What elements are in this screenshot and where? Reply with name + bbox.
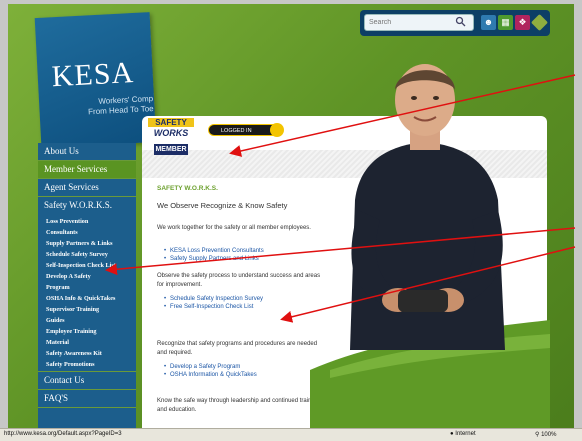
paragraph-observe: Observe the safety process to understand… <box>157 273 321 288</box>
nav-sub-develop-safety[interactable]: Develop A Safety <box>38 271 136 282</box>
nav-sub-supply-partners[interactable]: Supply Partners & Links <box>38 238 136 249</box>
list-item: Safety Supply Partners and Links <box>164 256 264 264</box>
people-icon[interactable]: ☻ <box>481 15 496 30</box>
link-osha-info[interactable]: OSHA Information & QuickTakes <box>170 372 257 378</box>
tagline-text: We Observe Recognize & Know Safety <box>157 201 288 210</box>
paragraph-recognize: Recognize that safety programs and proce… <box>157 341 318 356</box>
status-zoom-label: 100% <box>541 432 557 438</box>
badge-line3: MEMBER <box>154 144 188 155</box>
list-recognize: Develop a Safety Program OSHA Informatio… <box>164 364 257 380</box>
link-loss-prevention-consultants[interactable]: KESA Loss Prevention Consultants <box>170 248 264 254</box>
sidebar-nav: About Us Member Services Agent Services … <box>38 143 136 428</box>
browser-page: KESA Workers' Comp From Head To Toe ☻ ▦ … <box>0 0 582 428</box>
list-item: KESA Loss Prevention Consultants <box>164 248 264 256</box>
globe-icon: ● <box>450 431 454 437</box>
paragraph-we: We work together for the safety or all m… <box>157 225 311 231</box>
nav-sub-material[interactable]: Material <box>38 337 136 348</box>
status-zoom[interactable]: ⚲ 100% <box>535 431 556 438</box>
link-develop-program[interactable]: Develop a Safety Program <box>170 364 240 370</box>
nav-sub-supervisor-training[interactable]: Supervisor Training <box>38 304 136 315</box>
link-supply-partners[interactable]: Safety Supply Partners and Links <box>170 256 259 262</box>
browser-frame-left <box>0 0 8 428</box>
nav-sub-osha-info[interactable]: OSHA Info & QuickTakes <box>38 293 136 304</box>
nav-agent-services[interactable]: Agent Services <box>38 179 136 197</box>
logo-brand: KESA <box>50 55 135 94</box>
zoom-icon: ⚲ <box>535 432 540 438</box>
search-icon[interactable] <box>454 16 466 28</box>
link-self-inspection-checklist[interactable]: Free Self-Inspection Check List <box>170 304 253 310</box>
logged-in-indicator: LOGGED IN <box>208 123 284 137</box>
nav-sub-self-inspection[interactable]: Self-Inspection Check List <box>38 260 136 271</box>
kesa-logo[interactable]: KESA Workers' Comp From Head To Toe <box>34 12 157 148</box>
nav-sub-loss-prevention[interactable]: Loss Prevention <box>38 216 136 227</box>
badge-line2: WORKS <box>153 128 189 138</box>
list-we: KESA Loss Prevention Consultants Safety … <box>164 248 264 264</box>
worker-photo <box>350 64 505 350</box>
nav-faqs[interactable]: FAQ'S <box>38 390 136 408</box>
section-tagline: We Observe Recognize & Know Safety <box>157 201 287 210</box>
logged-in-label: LOGGED IN <box>221 128 252 134</box>
chart-icon[interactable]: ▦ <box>498 15 513 30</box>
status-zone-label: Internet <box>455 431 476 437</box>
nav-member-services[interactable]: Member Services <box>38 161 136 179</box>
nav-safety-works[interactable]: Safety W.O.R.K.S. <box>38 197 136 214</box>
nav-sub-schedule-survey[interactable]: Schedule Safety Survey <box>38 249 136 260</box>
nav-about-us[interactable]: About Us <box>38 143 136 161</box>
status-zone: ● Internet <box>450 431 476 437</box>
browser-frame-top <box>0 0 582 4</box>
nav-sub-program[interactable]: Program <box>38 282 136 293</box>
list-item: OSHA Information & QuickTakes <box>164 372 257 380</box>
status-url: http://www.kesa.org/Default.aspx?PageID=… <box>4 431 122 437</box>
browser-status-bar: http://www.kesa.org/Default.aspx?PageID=… <box>0 428 582 441</box>
nav-sub-employee-training[interactable]: Employee Training <box>38 326 136 337</box>
nav-submenu: Loss Prevention Consultants Supply Partn… <box>38 214 136 370</box>
diamond-icon[interactable] <box>531 14 548 31</box>
paragraph-know: Know the safe way through leadership and… <box>157 398 320 413</box>
top-toolbar: ☻ ▦ ❖ <box>360 10 550 36</box>
logged-in-dot-icon <box>270 123 284 137</box>
nav-sub-guides[interactable]: Guides <box>38 315 136 326</box>
list-item: Free Self-Inspection Check List <box>164 304 263 312</box>
nav-sub-safety-awareness-kit[interactable]: Safety Awareness Kit <box>38 348 136 359</box>
list-item: Develop a Safety Program <box>164 364 257 372</box>
megaphone-icon[interactable]: ❖ <box>515 15 530 30</box>
link-schedule-inspection[interactable]: Schedule Safety Inspection Survey <box>170 296 263 302</box>
nav-contact-us[interactable]: Contact Us <box>38 371 136 390</box>
list-item: Schedule Safety Inspection Survey <box>164 296 263 304</box>
safety-works-member-badge: SAFETY WORKS MEMBER <box>148 118 194 162</box>
nav-sub-safety-promotions[interactable]: Safety Promotions <box>38 359 136 370</box>
section-title: SAFETY W.O.R.K.S. <box>157 185 218 192</box>
browser-frame-right <box>574 0 582 428</box>
nav-sub-consultants[interactable]: Consultants <box>38 227 136 238</box>
logo-tagline: Workers' Comp From Head To Toe <box>67 94 154 118</box>
badge-line1: SAFETY <box>148 118 194 127</box>
list-observe: Schedule Safety Inspection Survey Free S… <box>164 296 263 312</box>
